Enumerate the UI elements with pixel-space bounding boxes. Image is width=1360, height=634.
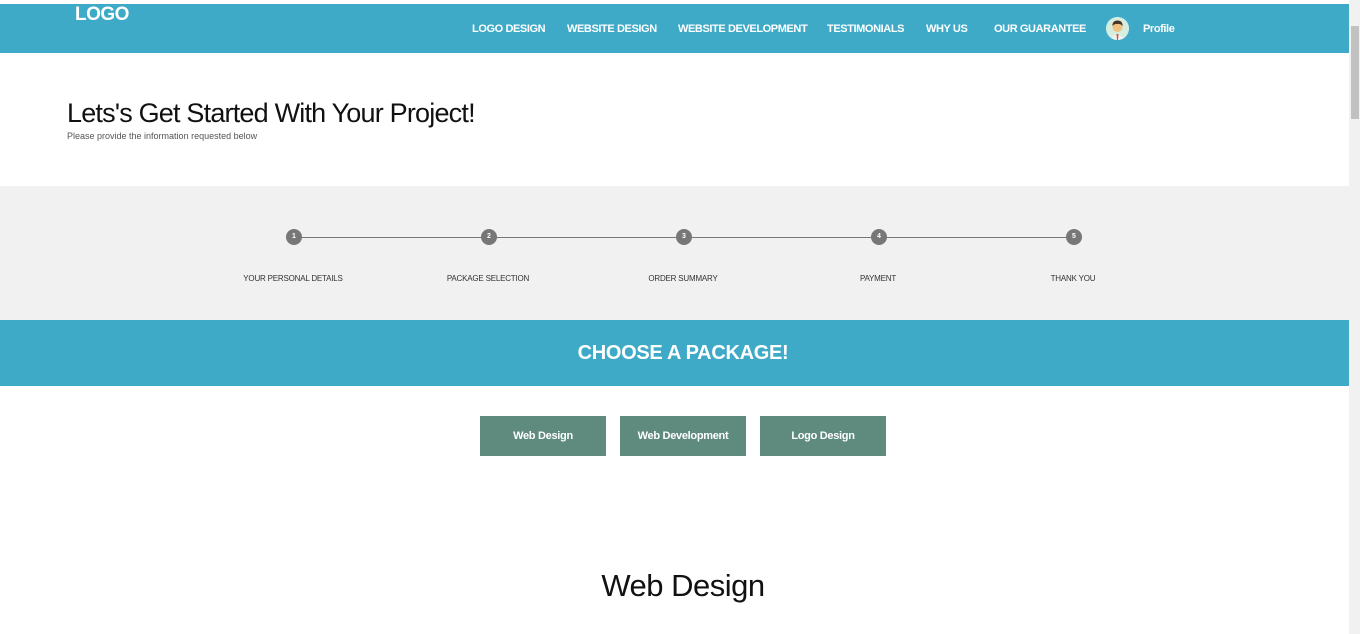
step-1-dot[interactable]: 1 (286, 229, 302, 245)
nav-why-us[interactable]: WHY US (926, 23, 968, 35)
top-navbar: LOGO LOGO DESIGN WEBSITE DESIGN WEBSITE … (0, 4, 1349, 53)
nav-website-design[interactable]: WEBSITE DESIGN (567, 23, 657, 35)
web-design-button[interactable]: Web Design (480, 416, 606, 456)
step-4-dot[interactable]: 4 (871, 229, 887, 245)
logo-design-button[interactable]: Logo Design (760, 416, 886, 456)
step-1-label: YOUR PERSONAL DETAILS (243, 274, 343, 283)
step-3-dot[interactable]: 3 (676, 229, 692, 245)
nav-our-guarantee[interactable]: OUR GUARANTEE (994, 23, 1086, 35)
profile-avatar-icon[interactable] (1106, 17, 1129, 40)
step-5-dot[interactable]: 5 (1066, 229, 1082, 245)
progress-steps: 1 2 3 4 5 YOUR PERSONAL DETAILS PACKAGE … (0, 186, 1349, 320)
step-3-label: ORDER SUMMARY (648, 274, 718, 283)
nav-testimonials[interactable]: TESTIMONIALS (827, 23, 904, 35)
scrollbar-thumb[interactable] (1351, 26, 1359, 119)
choose-package-heading: CHOOSE A PACKAGE! (577, 342, 789, 364)
step-4-label: PAYMENT (859, 274, 897, 283)
web-design-section-title: Web Design (601, 568, 765, 603)
page-scrollbar[interactable] (1349, 0, 1360, 634)
web-development-button[interactable]: Web Development (620, 416, 746, 456)
page-title: Lets's Get Started With Your Project! (67, 98, 476, 128)
nav-profile[interactable]: Profile (1143, 23, 1175, 35)
step-2-dot[interactable]: 2 (481, 229, 497, 245)
step-2-label: PACKAGE SELECTION (446, 274, 530, 283)
choose-package-banner: CHOOSE A PACKAGE! (0, 320, 1349, 386)
page-subtitle: Please provide the information requested… (67, 131, 258, 141)
nav-logo-design[interactable]: LOGO DESIGN (472, 23, 546, 35)
nav-website-development[interactable]: WEBSITE DEVELOPMENT (678, 23, 808, 35)
hero-section: Lets's Get Started With Your Project! Pl… (0, 53, 1349, 186)
step-5-label: THANK YOU (1050, 274, 1096, 283)
logo[interactable]: LOGO (75, 4, 129, 26)
